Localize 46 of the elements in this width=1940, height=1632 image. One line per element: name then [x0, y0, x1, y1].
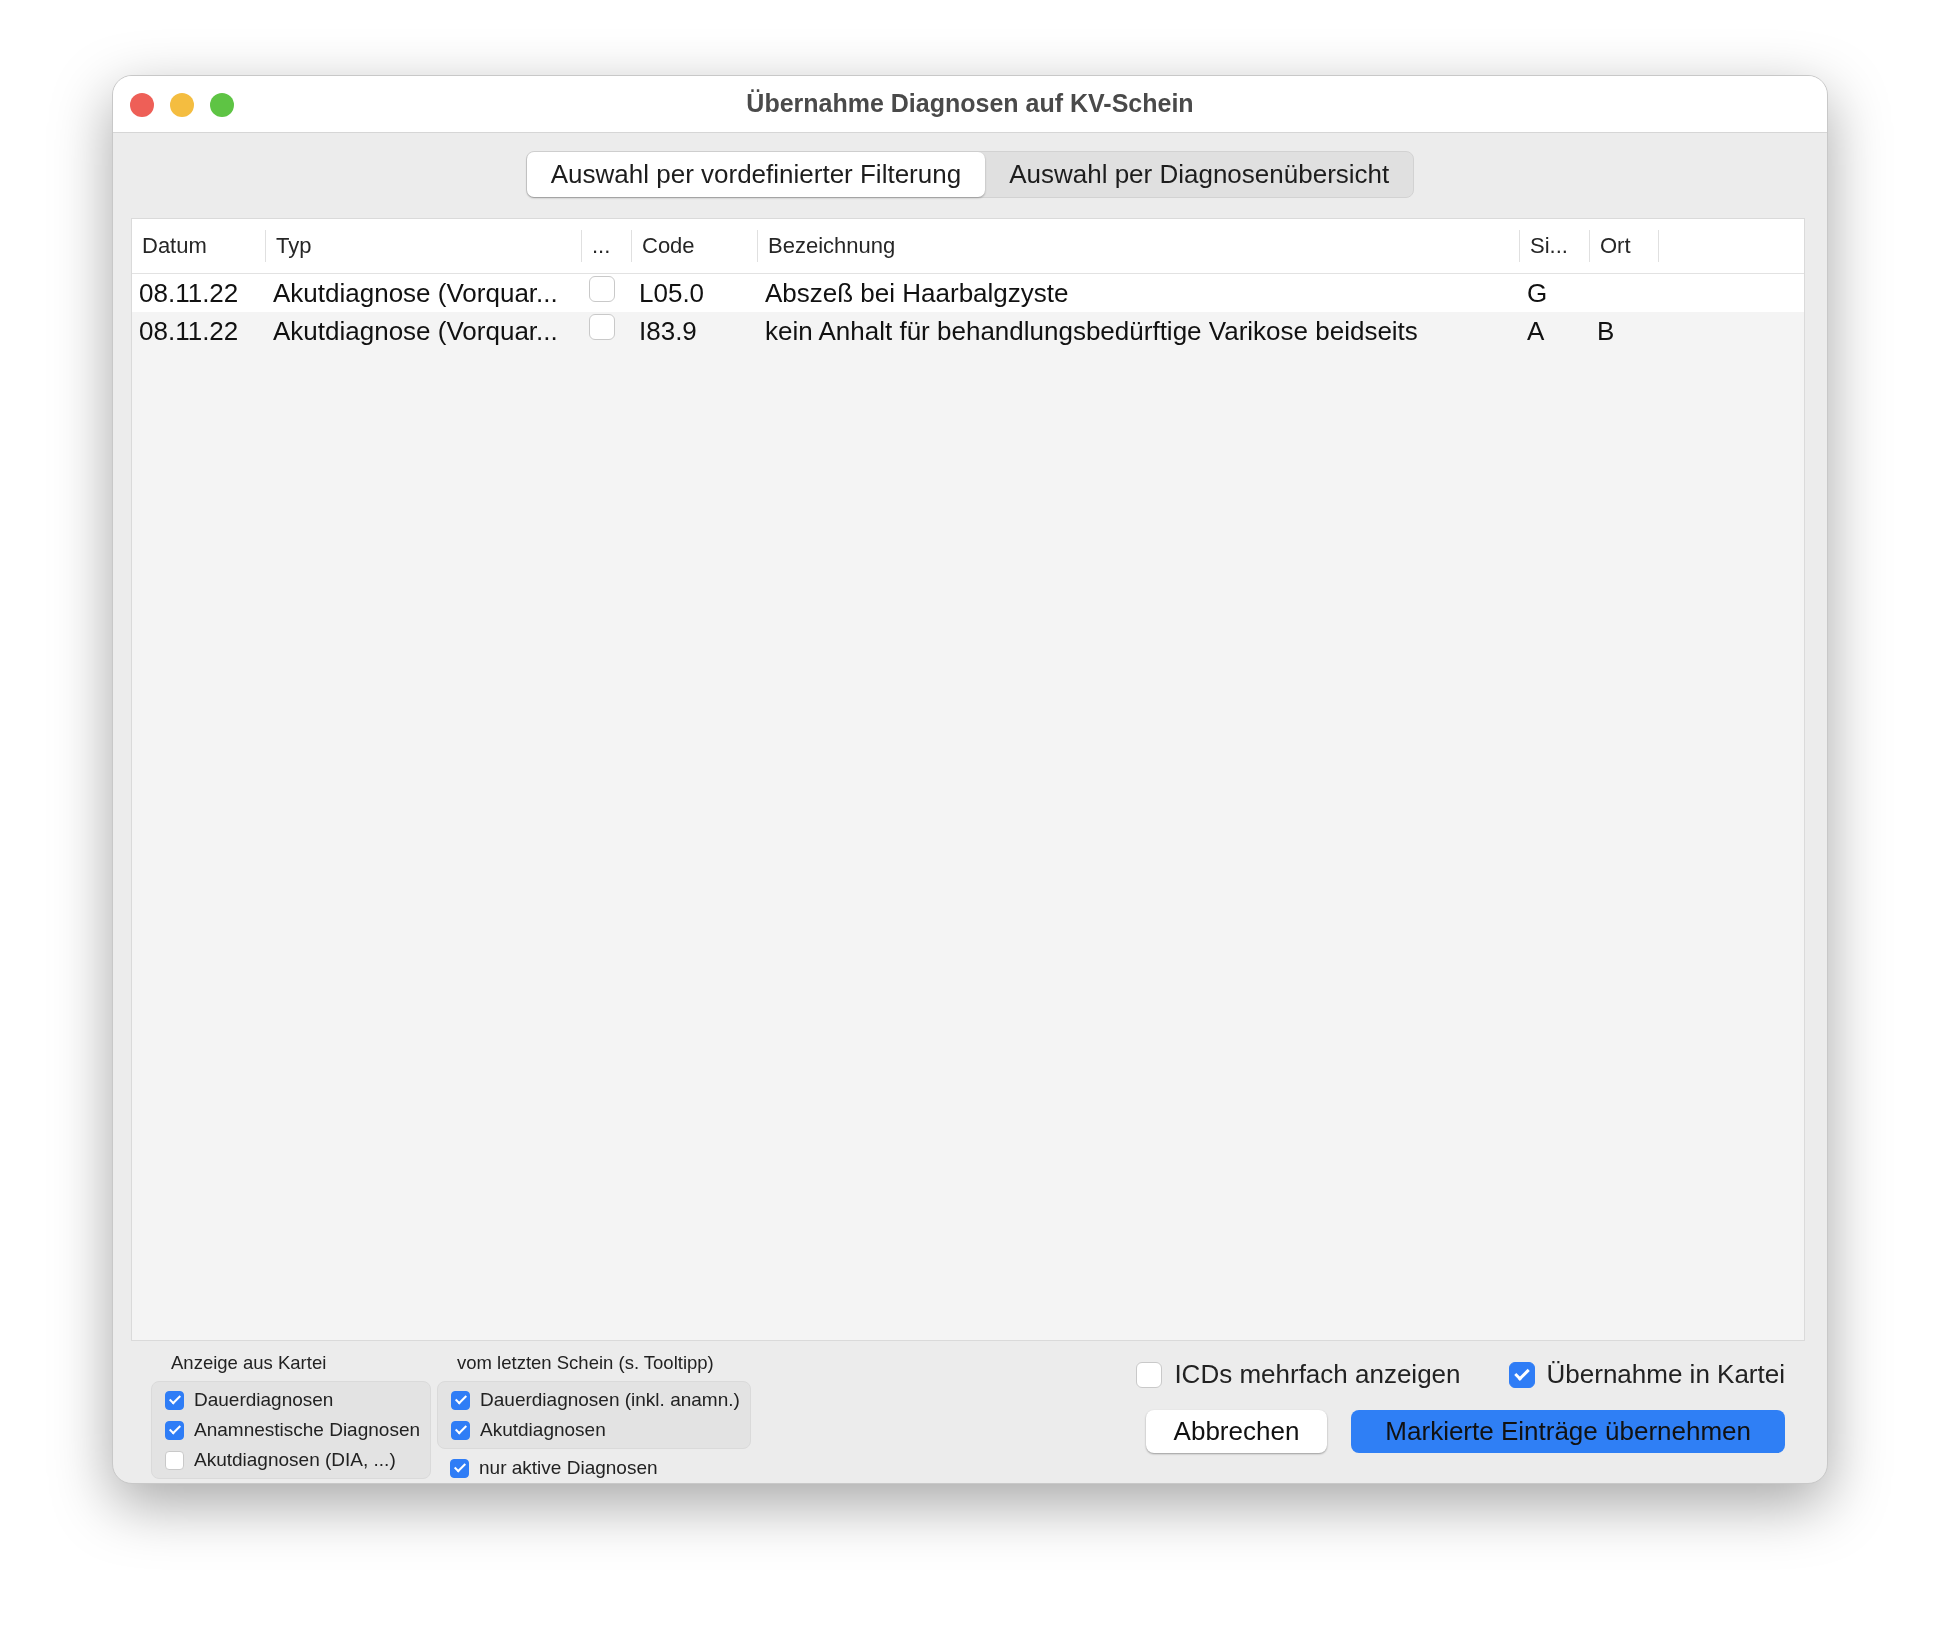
group-title: vom letzten Schein (s. Tooltipp) [456, 1351, 715, 1376]
checkbox[interactable] [1508, 1361, 1535, 1388]
zoom-button[interactable] [210, 93, 234, 117]
checkbox[interactable] [451, 1420, 471, 1440]
column-header[interactable]: Ort [1590, 229, 1659, 262]
table-cell-text: B [1596, 314, 1616, 348]
column-header[interactable]: Bezeichnung [758, 229, 1520, 262]
checkbox-label[interactable]: Dauerdiagnosen [194, 1385, 334, 1415]
table-cell-text: A [1526, 314, 1546, 348]
cancel-button[interactable]: Abbrechen [1145, 1410, 1328, 1454]
tab[interactable]: Auswahl per vordefinierter Filterung [526, 151, 986, 197]
checkbox-label[interactable]: Akutdiagnosen [480, 1415, 606, 1445]
checkbox-label[interactable]: Dauerdiagnosen (inkl. anamn.) [480, 1385, 740, 1415]
checkbox[interactable] [450, 1458, 470, 1478]
checkbox[interactable] [589, 313, 615, 340]
group-title: Anzeige aus Kartei [170, 1351, 328, 1376]
column-header[interactable]: Datum [132, 229, 266, 262]
table-cell-text: Abszeß bei Haarbalgzyste [764, 276, 1070, 310]
table-cell-text: 08.11.22 [138, 276, 240, 310]
column-header[interactable]: ... [582, 229, 632, 262]
table-cell-text: Akutdiagnose (Vorquar... [272, 276, 559, 310]
checkbox[interactable] [589, 275, 615, 302]
column-header[interactable]: Typ [266, 229, 582, 262]
table-cell-text: G [1526, 276, 1549, 310]
table-cell-text: I83.9 [638, 314, 698, 348]
table-cell-text: kein Anhalt für behandlungsbedürftige Varikose beidseits [764, 314, 1419, 348]
table-cell-text: 08.11.22 [138, 314, 240, 348]
window-title: Übernahme Diagnosen auf KV-Schein [746, 88, 1194, 120]
checkbox-label[interactable]: nur aktive Diagnosen [479, 1453, 658, 1483]
checkbox[interactable] [165, 1450, 184, 1470]
minimize-button[interactable] [170, 93, 194, 117]
confirm-button[interactable]: Markierte Einträge übernehmen [1351, 1410, 1785, 1454]
close-button[interactable] [130, 93, 154, 117]
table-cell-text: Akutdiagnose (Vorquar... [272, 314, 559, 348]
checkbox-label[interactable]: Akutdiagnosen (DIA, ...) [194, 1445, 396, 1475]
tab[interactable]: Auswahl per Diagnosenübersicht [985, 151, 1414, 197]
checkbox-label[interactable]: Übernahme in Kartei [1546, 1355, 1785, 1395]
checkbox[interactable] [165, 1390, 184, 1410]
column-header[interactable]: Code [632, 229, 758, 262]
checkbox[interactable] [165, 1420, 184, 1440]
column-header[interactable]: Si... [1520, 229, 1590, 262]
checkbox-label[interactable]: Anamnestische Diagnosen [194, 1415, 421, 1445]
table-cell-text: L05.0 [638, 276, 706, 310]
checkbox[interactable] [1136, 1361, 1163, 1388]
checkbox[interactable] [451, 1390, 471, 1410]
checkbox-label[interactable]: ICDs mehrfach anzeigen [1174, 1355, 1461, 1395]
